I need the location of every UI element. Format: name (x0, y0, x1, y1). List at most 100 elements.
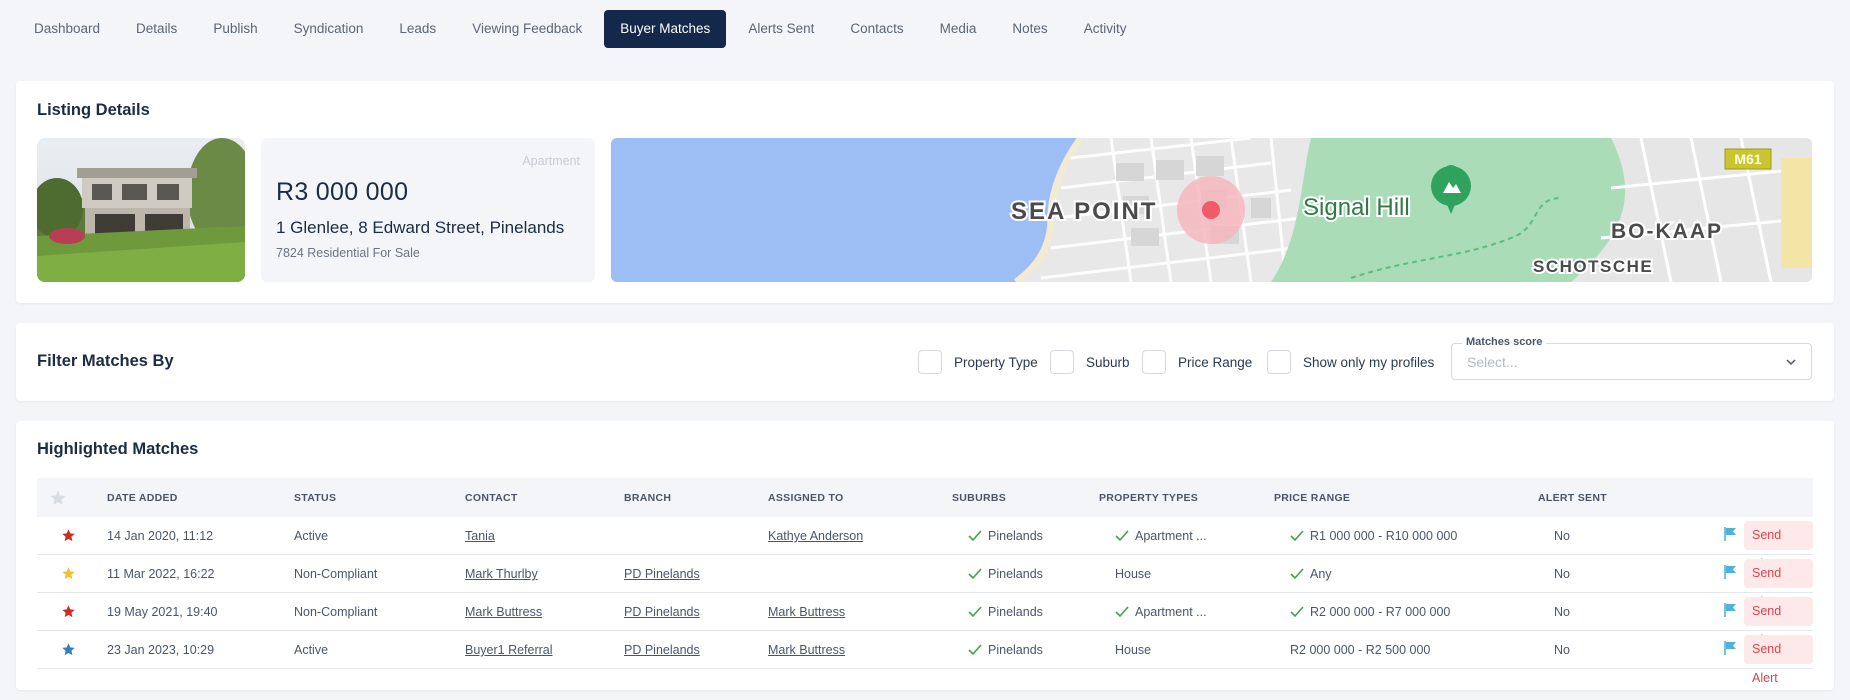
map-label-sea-point: SEA POINT (1011, 198, 1157, 225)
send-alert-button[interactable]: Send Alert (1744, 635, 1813, 685)
price-range-text: Any (1310, 567, 1332, 581)
star-icon[interactable] (61, 642, 76, 662)
tab-leads[interactable]: Leads (381, 10, 454, 48)
assigned-to-link[interactable]: Mark Buttress (768, 605, 845, 619)
date-added: 19 May 2021, 19:40 (107, 605, 218, 619)
tab-bar: Dashboard Details Publish Syndication Le… (16, 10, 1144, 48)
send-alert-button[interactable]: Send Alert (1744, 597, 1813, 647)
tab-viewing-feedback[interactable]: Viewing Feedback (454, 10, 600, 48)
filter-card: Filter Matches By Property Type Suburb P… (16, 323, 1834, 401)
filter-my-profiles[interactable]: Show only my profiles (1267, 350, 1434, 374)
table-row[interactable]: 23 Jan 2023, 10:29 Active Buyer1 Referral P… (37, 631, 1813, 685)
contact-link[interactable]: Buyer1 Referral (465, 643, 553, 657)
map-label-schotsche: SCHOTSCHE (1533, 257, 1653, 276)
my-profiles-label: Show only my profiles (1303, 354, 1435, 370)
col-contact[interactable]: CONTACT (465, 492, 518, 504)
assigned-to-link[interactable]: Kathye Anderson (768, 529, 863, 543)
tab-activity[interactable]: Activity (1066, 10, 1145, 48)
tab-publish[interactable]: Publish (195, 10, 275, 48)
col-alert-sent[interactable]: ALERT SENT (1538, 492, 1607, 504)
check-icon (1115, 529, 1135, 543)
property-type: House (1115, 567, 1151, 581)
branch-link[interactable]: PD Pinelands (624, 643, 700, 657)
flag-icon[interactable] (1724, 641, 1737, 660)
flag-icon[interactable] (1724, 565, 1737, 584)
alert-sent: No (1554, 529, 1570, 543)
property-type-checkbox[interactable] (918, 350, 942, 374)
col-date-added[interactable]: DATE ADDED (107, 492, 178, 504)
listing-reference: 7824 Residential For Sale (276, 246, 420, 260)
contact-link[interactable]: Tania (465, 529, 495, 543)
table-row[interactable]: 11 Mar 2022, 16:22 Non-Compliant Mark Thur… (37, 555, 1813, 609)
alert-sent: No (1554, 605, 1570, 619)
tab-buyer-matches[interactable]: Buyer Matches (604, 10, 727, 48)
tab-contacts[interactable]: Contacts (832, 10, 921, 48)
col-status[interactable]: STATUS (294, 492, 336, 504)
table-header: DATE ADDED STATUS CONTACT BRANCH ASSIGNE… (37, 478, 1813, 517)
matches-score-label: Matches score (1462, 336, 1547, 348)
price-range: R2 000 000 - R7 000 000 (1290, 605, 1450, 619)
filter-title: Filter Matches By (37, 352, 174, 370)
filter-property-type[interactable]: Property Type (918, 350, 1038, 374)
contact-link[interactable]: Mark Buttress (465, 605, 542, 619)
suburb-text: Pinelands (988, 605, 1043, 619)
suburb-checkbox[interactable] (1050, 350, 1074, 374)
filter-price-range[interactable]: Price Range (1142, 350, 1252, 374)
star-icon[interactable] (61, 566, 76, 586)
check-icon (1115, 605, 1135, 619)
property-type: Apartment ... (1115, 529, 1207, 543)
status: Active (294, 529, 329, 543)
map-label-signal-hill: Signal Hill (1303, 194, 1410, 221)
star-icon[interactable] (61, 528, 76, 548)
send-alert-button[interactable]: Send Alert (1744, 559, 1813, 609)
price-range-checkbox[interactable] (1142, 350, 1166, 374)
filter-suburb[interactable]: Suburb (1050, 350, 1130, 374)
tab-dashboard[interactable]: Dashboard (16, 10, 118, 48)
flag-icon[interactable] (1724, 603, 1737, 622)
listing-address: 1 Glenlee, 8 Edward Street, Pinelands (276, 218, 565, 237)
star-icon[interactable] (61, 604, 76, 624)
map-label-bo-kaap: BO-KAAP (1611, 220, 1723, 243)
branch-link[interactable]: PD Pinelands (624, 605, 700, 619)
check-icon (1290, 605, 1310, 619)
check-icon (1290, 567, 1310, 581)
contact-link[interactable]: Mark Thurlby (465, 567, 538, 581)
tab-notes[interactable]: Notes (994, 10, 1065, 48)
matches-score-select[interactable]: Matches score Select... (1451, 336, 1812, 380)
table-row[interactable]: 14 Jan 2020, 11:12 Active Tania Kathye Ande… (37, 517, 1813, 571)
suburb: Pinelands (968, 643, 1043, 657)
location-map[interactable]: M61 SEA POINT Signal Hill BO-KAAP SCHOTS… (611, 138, 1812, 282)
tab-details[interactable]: Details (118, 10, 195, 48)
suburb: Pinelands (968, 529, 1043, 543)
date-added: 23 Jan 2023, 10:29 (107, 643, 215, 657)
property-type-text: Apartment ... (1135, 605, 1207, 619)
tab-media[interactable]: Media (922, 10, 995, 48)
col-assigned-to[interactable]: ASSIGNED TO (768, 492, 843, 504)
branch-link[interactable]: PD Pinelands (624, 567, 700, 581)
suburb-label: Suburb (1086, 354, 1130, 370)
property-type: Apartment ... (1115, 605, 1207, 619)
tab-alerts-sent[interactable]: Alerts Sent (730, 10, 832, 48)
table-row[interactable]: 19 May 2021, 19:40 Non-Compliant Mark Butt… (37, 593, 1813, 647)
suburb-text: Pinelands (988, 529, 1043, 543)
property-photo[interactable] (37, 138, 245, 282)
col-suburbs[interactable]: SUBURBS (952, 492, 1006, 504)
status: Active (294, 643, 329, 657)
col-property-types[interactable]: PROPERTY TYPES (1099, 492, 1198, 504)
alert-sent: No (1554, 567, 1570, 581)
listing-details-card: Listing Details Apartment R3 000 000 1 G… (16, 81, 1834, 303)
date-added: 14 Jan 2020, 11:12 (107, 529, 214, 543)
price-range-text: R2 000 000 - R2 500 000 (1290, 643, 1431, 657)
my-profiles-checkbox[interactable] (1267, 350, 1291, 374)
assigned-to-link[interactable]: Mark Buttress (768, 643, 845, 657)
listing-details-title: Listing Details (37, 101, 150, 119)
tab-syndication[interactable]: Syndication (276, 10, 382, 48)
check-icon (968, 643, 988, 657)
property-type: House (1115, 643, 1151, 657)
col-branch[interactable]: BRANCH (624, 492, 671, 504)
check-icon (968, 529, 988, 543)
send-alert-button[interactable]: Send Alert (1744, 521, 1813, 571)
star-header-icon[interactable] (49, 489, 67, 512)
col-price-range[interactable]: PRICE RANGE (1274, 492, 1350, 504)
flag-icon[interactable] (1724, 527, 1737, 546)
